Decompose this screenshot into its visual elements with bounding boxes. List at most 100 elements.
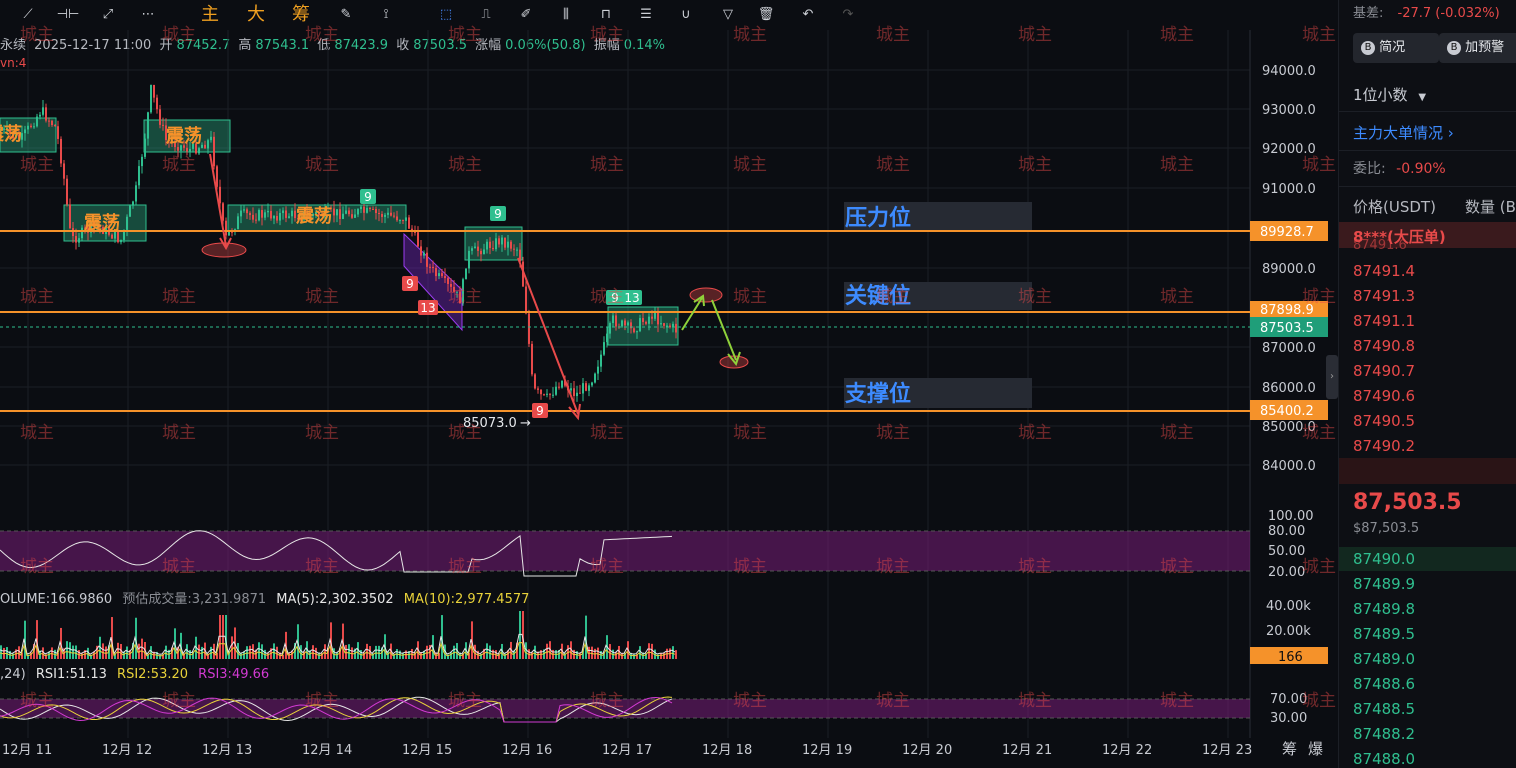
date-label: 12月 16: [502, 743, 552, 758]
bid-price[interactable]: 87488.6: [1353, 675, 1415, 693]
candle-body: [675, 323, 677, 333]
watermark-text: 城主: [448, 155, 482, 175]
date-label: 12月 11: [2, 743, 52, 758]
candle-body: [402, 220, 404, 222]
pressure-zone-label: 压力位: [845, 205, 911, 231]
candle-body: [513, 248, 515, 250]
ask-price[interactable]: 87490.2: [1353, 437, 1415, 455]
candle-body: [615, 315, 617, 327]
ask-price[interactable]: 87490.6: [1353, 387, 1415, 405]
commission-ratio-label: 委比:: [1353, 161, 1386, 177]
td-9-marker: 9: [364, 190, 372, 204]
bid-price[interactable]: 87489.0: [1353, 650, 1415, 668]
rsi-axis-label: 30.00: [1270, 711, 1307, 726]
candle-body: [159, 109, 161, 125]
bid-price[interactable]: 87490.0: [1353, 550, 1415, 568]
candle-body: [504, 237, 506, 248]
candle-body: [354, 214, 356, 218]
bid-price[interactable]: 87489.8: [1353, 600, 1415, 618]
oscillator-axis-label: 100.00: [1268, 509, 1314, 524]
candle-body: [429, 266, 431, 268]
watermark-text: 城主: [1018, 423, 1052, 443]
ask-price[interactable]: 87491.1: [1353, 312, 1415, 330]
candle-body: [627, 322, 629, 326]
candle-body: [438, 273, 440, 277]
candle-body: [342, 213, 344, 219]
volume-bar: [165, 645, 167, 659]
ask-price[interactable]: 87490.8: [1353, 337, 1415, 355]
alert-icon: B: [1447, 40, 1461, 55]
bid-price[interactable]: 87488.2: [1353, 725, 1415, 743]
candle-body: [441, 273, 443, 277]
candle-body: [75, 236, 77, 243]
volume-bar: [150, 646, 152, 659]
bid-price[interactable]: 87489.5: [1353, 625, 1415, 643]
volume-bar: [231, 636, 233, 659]
watermark-text: 城主: [162, 423, 196, 443]
oscillator-axis-label: 50.00: [1268, 544, 1305, 559]
collapse-panel-button[interactable]: ›: [1326, 355, 1338, 399]
bid-price[interactable]: 87488.5: [1353, 700, 1415, 718]
volume-bar: [324, 644, 326, 659]
watermark-text: 城主: [590, 25, 624, 45]
td-9-marker: 9: [536, 404, 544, 418]
candle-body: [552, 394, 554, 396]
watermark-text: 城主: [733, 423, 767, 443]
candle-body: [51, 120, 53, 126]
ask-price[interactable]: 87490.5: [1353, 412, 1415, 430]
date-label: 12月 19: [802, 743, 852, 758]
candle-body: [555, 386, 557, 395]
candle-body: [210, 136, 212, 141]
price-axis-label: 93000.0: [1262, 103, 1316, 118]
bid-price[interactable]: 87489.9: [1353, 575, 1415, 593]
ask-price[interactable]: 87491.6: [1353, 238, 1407, 253]
candle-body: [120, 239, 122, 243]
liquidation-toggle[interactable]: 爆: [1308, 740, 1323, 758]
candle-body: [516, 249, 518, 251]
support-zone-label: 支撑位: [845, 381, 911, 407]
add-alert-button[interactable]: B 加预警: [1439, 33, 1516, 63]
candle-body: [654, 312, 656, 319]
candle-body: [573, 388, 575, 397]
candle-body: [54, 125, 56, 127]
watermark-text: 城主: [876, 557, 910, 577]
oscillator-axis-label: 80.00: [1268, 524, 1305, 539]
oscillation-label: 震荡: [84, 212, 120, 234]
order-book-panel: 基差: -27.7 (-0.032%) B 简况 B 加预警 1位小数 ▼ 主力…: [1338, 0, 1516, 768]
candle-body: [225, 220, 227, 236]
overview-button[interactable]: B 简况: [1353, 33, 1439, 63]
watermark-text: 城主: [1018, 557, 1052, 577]
watermark-text: 城主: [733, 287, 767, 307]
watermark-text: 城主: [1302, 287, 1336, 307]
volume-estimate: 预估成交量:3,231.9871: [122, 592, 267, 607]
candle-body: [624, 320, 626, 326]
candle-body: [597, 366, 599, 374]
candle-body: [333, 208, 335, 216]
volume-axis-label: 20.00k: [1266, 624, 1311, 639]
volume-bar: [675, 650, 677, 659]
ask-price[interactable]: 87491.3: [1353, 287, 1415, 305]
decimal-select[interactable]: 1位小数 ▼: [1353, 84, 1426, 105]
candle-body: [363, 206, 365, 213]
candle-body: [144, 138, 146, 157]
candle-body: [255, 219, 257, 221]
main-order-link[interactable]: 主力大单情况 ›: [1353, 122, 1454, 143]
ask-price[interactable]: 87490.7: [1353, 362, 1415, 380]
candle-body: [435, 268, 437, 277]
watermark-text: 城主: [20, 155, 54, 175]
watermark-text: 城主: [162, 691, 196, 711]
ask-price[interactable]: 87491.4: [1353, 262, 1415, 280]
overview-label: 简况: [1379, 40, 1406, 55]
price-chart[interactable]: 压力位 关键位 支撑位 震荡 震荡 震荡 震荡 9 9 9 13 9 13 9 …: [0, 0, 1336, 768]
candle-body: [279, 213, 281, 221]
candle-body: [405, 217, 407, 221]
candle-body: [381, 213, 383, 217]
chip-toggle[interactable]: 筹: [1282, 740, 1297, 758]
watermark-text: 城主: [305, 691, 339, 711]
candle-body: [267, 210, 269, 213]
bid-price[interactable]: 87488.0: [1353, 750, 1415, 768]
td-9-marker: 9: [494, 207, 502, 221]
candle-body: [138, 166, 140, 186]
price-axis-label: 91000.0: [1262, 182, 1316, 197]
date-label: 12月 23: [1202, 743, 1252, 758]
